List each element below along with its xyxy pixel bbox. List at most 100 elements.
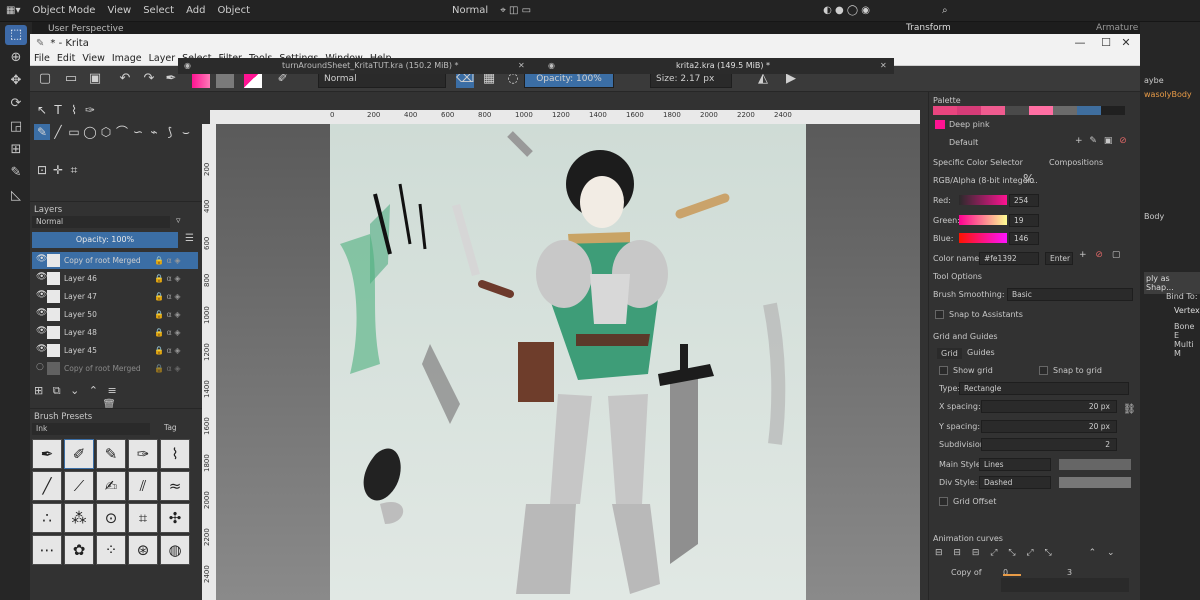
mode-dropdown[interactable]: Object Mode <box>32 5 95 16</box>
blender-editor-icon[interactable]: ▦▾ <box>6 5 20 16</box>
text-tool-icon[interactable]: T <box>50 102 66 118</box>
transform-icon[interactable]: ⊞ <box>5 140 27 160</box>
lock-icon[interactable]: 🔒 α ◈ <box>154 292 180 301</box>
move-tool-icon[interactable]: ✛ <box>50 162 66 178</box>
lock-icon[interactable]: 🔒 α ◈ <box>154 310 180 319</box>
curve-interp-icon[interactable]: ⤢ <box>1026 548 1033 558</box>
menu-view[interactable]: View <box>82 53 105 64</box>
brush-preset-tile[interactable]: ⁘ <box>96 535 126 565</box>
brush-preset-tile[interactable]: ✒ <box>32 439 62 469</box>
edit-swatch-icon[interactable]: ✎ <box>1089 136 1097 146</box>
freehand-brush-icon[interactable]: ✎ <box>34 124 50 140</box>
save-palette-icon[interactable]: ▣ <box>1104 136 1113 146</box>
menu-layer[interactable]: Layer <box>149 53 176 64</box>
cursor-icon[interactable]: ⊕ <box>5 48 27 68</box>
hex-color-input[interactable]: #fe1392 <box>979 252 1039 265</box>
move-icon[interactable]: ✥ <box>5 71 27 91</box>
brush-preset-tile[interactable]: ⫽ <box>128 471 158 501</box>
palette-swatch[interactable] <box>1029 106 1053 115</box>
lock-icon[interactable]: 🔒 α ◈ <box>154 364 180 373</box>
move-up-icon[interactable]: ⌃ <box>89 384 98 397</box>
select-box-icon[interactable]: ⬚ <box>5 25 27 45</box>
measure-icon[interactable]: ◺ <box>5 186 27 206</box>
eye-icon[interactable]: 👁 <box>36 272 47 282</box>
eye-icon[interactable]: 👁 <box>36 326 47 336</box>
new-document-icon[interactable]: ▢ <box>36 70 54 88</box>
brush-preset-tile[interactable]: ⋯ <box>32 535 62 565</box>
brush-preset-tile[interactable]: ✍ <box>96 471 126 501</box>
layer-row[interactable]: 👁 Layer 48 🔒 α ◈ <box>32 324 198 341</box>
paper[interactable] <box>330 124 806 600</box>
red-value[interactable]: 254 <box>1009 194 1039 207</box>
snap-grid-checkbox[interactable] <box>1039 366 1048 375</box>
menu-view[interactable]: View <box>107 5 131 16</box>
palette-swatch[interactable] <box>1005 106 1029 115</box>
blue-value[interactable]: 146 <box>1009 232 1039 245</box>
percent-toggle[interactable]: % <box>1023 172 1034 186</box>
preset-filter-select[interactable]: Ink <box>32 423 150 435</box>
grid-offset-checkbox[interactable] <box>939 497 948 506</box>
link-spacing-icon[interactable]: ⛓ <box>1123 404 1136 415</box>
layer-opacity-slider[interactable]: Opacity: 100% <box>32 232 178 248</box>
calligraphy-icon[interactable]: ✑ <box>82 102 98 118</box>
freehand-path-icon[interactable]: ⌁ <box>146 124 162 140</box>
vertex-checkbox[interactable]: Vertex <box>1174 306 1200 315</box>
export-composition-icon[interactable]: ▢ <box>1112 250 1121 260</box>
scale-icon[interactable]: ◲ <box>5 117 27 137</box>
tab-document-1[interactable]: turnAroundSheet_KritaTUT.kra (150.2 MiB)… <box>282 58 458 74</box>
eye-hidden-icon[interactable]: ○ <box>36 362 44 372</box>
main-style-select[interactable]: Lines <box>979 458 1051 471</box>
layer-properties-icon[interactable]: ☰ <box>185 233 194 244</box>
layer-row[interactable]: 👁 Layer 45 🔒 α ◈ <box>32 342 198 359</box>
curve-key-icon[interactable]: ⊟ <box>935 548 943 558</box>
outliner-item[interactable]: Body <box>1144 212 1164 221</box>
brush-preset-tile[interactable]: ◍ <box>160 535 190 565</box>
minimize-button[interactable]: — <box>1066 34 1094 52</box>
enter-button[interactable]: Enter <box>1045 252 1073 265</box>
add-layer-icon[interactable]: ⊞ <box>34 384 43 397</box>
redo-icon[interactable]: ↷ <box>140 70 158 88</box>
menu-add[interactable]: Add <box>186 5 205 16</box>
layer-row[interactable]: 👁 Copy of root Merged 🔒 α ◈ <box>32 252 198 269</box>
main-color-swatch[interactable] <box>1059 459 1131 470</box>
palette-swatch[interactable] <box>981 106 1005 115</box>
polyline-tool-icon[interactable]: ⌒ <box>114 124 130 140</box>
ellipse-tool-icon[interactable]: ◯ <box>82 124 98 140</box>
layer-row[interactable]: ○ Copy of root Merged 🔒 α ◈ <box>32 360 198 377</box>
add-swatch-icon[interactable]: + <box>1075 136 1083 146</box>
menu-object[interactable]: Object <box>217 5 250 16</box>
open-document-icon[interactable]: ▭ <box>62 70 80 88</box>
blue-slider[interactable] <box>959 233 1007 243</box>
brush-preset-tile[interactable]: ≈ <box>160 471 190 501</box>
green-slider[interactable] <box>959 215 1007 225</box>
brush-preset-tile[interactable]: ⊙ <box>96 503 126 533</box>
palette-swatch[interactable] <box>1077 106 1101 115</box>
duplicate-layer-icon[interactable]: ⧉ <box>53 384 61 397</box>
layer-row[interactable]: 👁 Layer 46 🔒 α ◈ <box>32 270 198 287</box>
layer-blend-select[interactable]: Normal <box>32 216 170 228</box>
red-slider[interactable] <box>959 195 1007 205</box>
rectangle-tool-icon[interactable]: ▭ <box>66 124 82 140</box>
transform-panel[interactable]: Transform <box>906 23 951 33</box>
brush-preset-tile[interactable]: ⌇ <box>160 439 190 469</box>
curve-interp-icon[interactable]: ⤢ <box>990 548 997 558</box>
timeline-track[interactable] <box>1001 578 1129 592</box>
brush-smoothing-select[interactable]: Basic <box>1007 288 1133 301</box>
rotate-icon[interactable]: ⟳ <box>5 94 27 114</box>
edit-shapes-icon[interactable]: ⌇ <box>66 102 82 118</box>
delete-swatch-icon[interactable]: ⊘ <box>1119 136 1127 146</box>
menu-edit[interactable]: Edit <box>57 53 75 64</box>
menu-file[interactable]: File <box>34 53 50 64</box>
dynamic-brush-icon[interactable]: ⟆ <box>162 124 178 140</box>
undo-icon[interactable]: ↶ <box>116 70 134 88</box>
delete-composition-icon[interactable]: ⊘ <box>1095 250 1103 260</box>
eye-icon[interactable]: 👁 <box>36 308 47 318</box>
move-down-icon[interactable]: ⌄ <box>70 384 79 397</box>
select-shapes-icon[interactable]: ↖ <box>34 102 50 118</box>
curve-interp-icon[interactable]: ⤡ <box>1008 548 1015 558</box>
shading-dropdown[interactable]: Normal <box>452 5 488 16</box>
layer-row[interactable]: 👁 Layer 47 🔒 α ◈ <box>32 288 198 305</box>
brush-preset-tile[interactable]: ⌗ <box>128 503 158 533</box>
curve-key-icon[interactable]: ⊟ <box>972 548 980 558</box>
lock-icon[interactable]: 🔒 α ◈ <box>154 274 180 283</box>
